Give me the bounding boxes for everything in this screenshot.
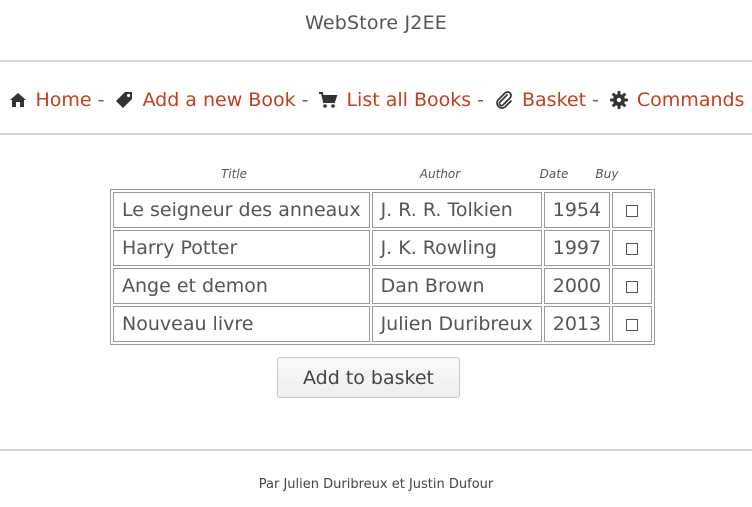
table-row: Ange et demon Dan Brown 2000 <box>113 268 653 304</box>
main-nav: Home - Add a new Book - List all Books -… <box>0 86 752 114</box>
header-divider <box>0 60 752 62</box>
tag-icon <box>114 90 134 110</box>
books-table: Le seigneur des anneaux J. R. R. Tolkien… <box>110 189 656 345</box>
nav-separator: - <box>477 89 484 111</box>
nav-commands-label: Commands <box>636 89 745 111</box>
column-header-author: Author <box>419 167 461 181</box>
nav-home[interactable]: Home <box>8 89 92 111</box>
gear-icon <box>609 90 629 110</box>
column-header-buy: Buy <box>595 167 619 181</box>
paperclip-icon <box>494 90 514 110</box>
column-header-title: Title <box>220 167 248 181</box>
site-title: WebStore J2EE <box>305 12 447 34</box>
nav-list-books-label: List all Books <box>346 89 472 111</box>
nav-list-books[interactable]: List all Books <box>318 89 471 111</box>
home-icon <box>8 90 28 110</box>
add-to-basket-button[interactable]: Add to basket <box>277 357 460 398</box>
buy-checkbox[interactable] <box>626 204 639 217</box>
footer-credit: Par Julien Duribreux et Justin Dufour <box>258 477 494 492</box>
nav-separator: - <box>97 89 105 111</box>
buy-checkbox[interactable] <box>626 280 639 293</box>
book-author: Julien Duribreux <box>371 306 542 342</box>
book-author: J. K. Rowling <box>371 230 542 266</box>
footer-divider <box>0 449 752 451</box>
book-author: J. R. R. Tolkien <box>371 192 542 228</box>
nav-commands[interactable]: Commands <box>609 89 745 111</box>
table-row: Nouveau livre Julien Duribreux 2013 <box>113 306 653 342</box>
table-row: Harry Potter J. K. Rowling 1997 <box>113 230 653 266</box>
book-title: Harry Potter <box>113 230 370 266</box>
buy-cell <box>612 268 653 304</box>
buy-checkbox[interactable] <box>626 242 639 255</box>
buy-checkbox[interactable] <box>626 318 639 331</box>
nav-add-book[interactable]: Add a new Book <box>114 89 296 111</box>
table-row: Le seigneur des anneaux J. R. R. Tolkien… <box>113 192 653 228</box>
book-title: Nouveau livre <box>113 306 370 342</box>
column-header-date: Date <box>539 167 569 181</box>
buy-cell <box>612 230 653 266</box>
book-date: 2000 <box>543 268 611 304</box>
book-date: 2013 <box>543 306 611 342</box>
buy-cell <box>612 192 653 228</box>
nav-basket[interactable]: Basket <box>494 89 586 111</box>
buy-cell <box>612 306 653 342</box>
book-date: 1997 <box>543 230 611 266</box>
nav-divider <box>0 133 752 135</box>
nav-separator: - <box>592 89 599 111</box>
nav-separator: - <box>301 89 309 111</box>
book-title: Le seigneur des anneaux <box>113 192 370 228</box>
book-title: Ange et demon <box>113 268 370 304</box>
nav-add-book-label: Add a new Book <box>142 89 296 111</box>
nav-home-label: Home <box>35 89 92 111</box>
nav-basket-label: Basket <box>522 89 587 111</box>
cart-icon <box>318 90 338 110</box>
book-author: Dan Brown <box>371 268 542 304</box>
book-date: 1954 <box>543 192 611 228</box>
